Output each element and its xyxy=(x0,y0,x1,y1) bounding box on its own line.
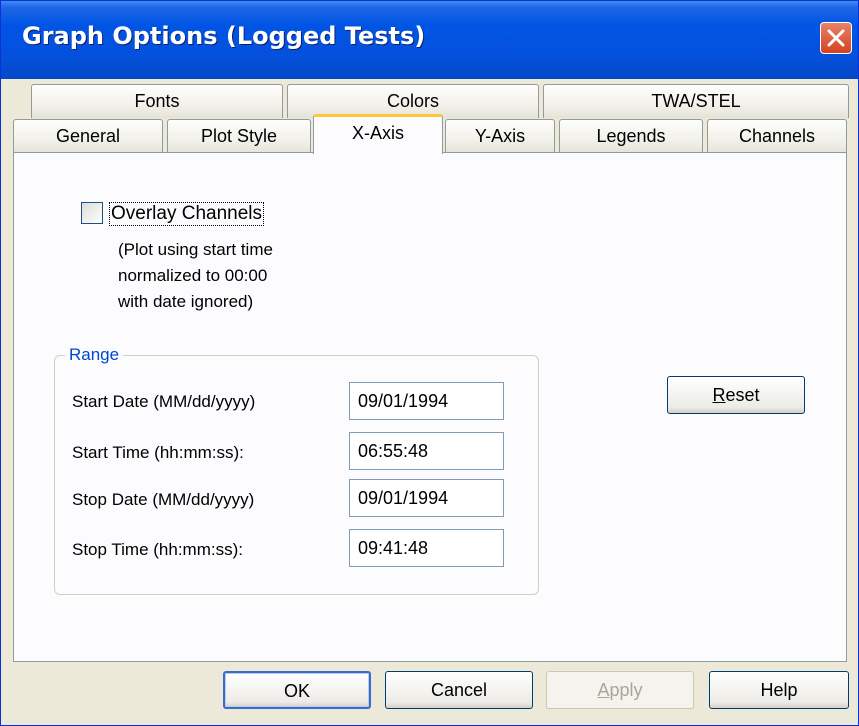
overlay-note-line: normalized to 00:00 xyxy=(118,266,268,285)
help-button[interactable]: Help xyxy=(709,671,849,709)
overlay-note: (Plot using start time normalized to 00:… xyxy=(118,237,273,315)
ok-button[interactable]: OK xyxy=(223,671,371,709)
overlay-note-line: with date ignored) xyxy=(118,292,254,311)
stop-date-label: Stop Date (MM/dd/yyyy) xyxy=(72,490,255,509)
overlay-channels-checkbox[interactable] xyxy=(81,202,103,224)
reset-label: eset xyxy=(725,385,760,405)
tab-plot-style[interactable]: Plot Style xyxy=(167,119,311,153)
tab-legends[interactable]: Legends xyxy=(559,119,703,153)
tab-general[interactable]: General xyxy=(13,119,163,153)
reset-button[interactable]: Reset xyxy=(667,376,805,414)
tab-twa-stel[interactable]: TWA/STEL xyxy=(543,84,849,118)
stop-time-label: Stop Time (hh:mm:ss): xyxy=(72,540,243,559)
cancel-button[interactable]: Cancel xyxy=(385,671,533,709)
title-bar[interactable]: Graph Options (Logged Tests) xyxy=(1,1,858,79)
overlay-note-line: (Plot using start time xyxy=(118,240,273,259)
tab-channels[interactable]: Channels xyxy=(707,119,847,153)
window-title: Graph Options (Logged Tests) xyxy=(22,22,426,50)
tab-x-axis[interactable]: X-Axis xyxy=(313,114,443,154)
overlay-channels-label[interactable]: Overlay Channels xyxy=(109,202,265,226)
stop-date-input[interactable]: 09/01/1994 xyxy=(349,479,504,517)
range-group-title: Range xyxy=(65,345,124,365)
graph-options-dialog: Graph Options (Logged Tests) Fonts Color… xyxy=(0,0,859,726)
reset-mnemonic: R xyxy=(712,385,726,405)
close-button[interactable] xyxy=(820,22,852,54)
start-date-input[interactable]: 09/01/1994 xyxy=(349,382,504,420)
start-date-label: Start Date (MM/dd/yyyy) xyxy=(72,392,256,411)
start-time-input[interactable]: 06:55:48 xyxy=(349,432,504,470)
apply-mnemonic: A xyxy=(597,680,610,700)
tab-fonts[interactable]: Fonts xyxy=(31,84,283,118)
stop-time-input[interactable]: 09:41:48 xyxy=(349,529,504,567)
tab-y-axis[interactable]: Y-Axis xyxy=(445,119,555,153)
apply-button[interactable]: Apply xyxy=(546,671,694,709)
tab-colors[interactable]: Colors xyxy=(287,84,539,118)
start-time-label: Start Time (hh:mm:ss): xyxy=(72,443,244,462)
apply-label: pply xyxy=(609,680,643,700)
close-icon xyxy=(827,29,845,47)
